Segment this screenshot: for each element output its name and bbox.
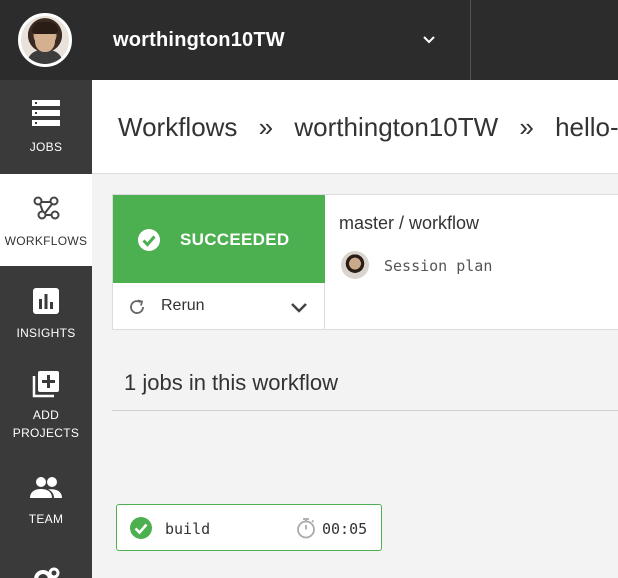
workflow-branch-title[interactable]: master / workflow	[339, 213, 479, 234]
sidebar-item-settings[interactable]	[0, 564, 92, 578]
main-content: Workflows » worthington10TW » hello-ka S…	[92, 80, 618, 578]
commit-message[interactable]: Session plan	[384, 257, 492, 275]
breadcrumb-bar: Workflows » worthington10TW » hello-ka	[92, 80, 618, 174]
stopwatch-icon	[297, 518, 315, 539]
breadcrumb-separator: »	[519, 112, 534, 142]
chevron-down-icon[interactable]	[289, 297, 309, 317]
add-project-icon	[32, 371, 59, 398]
sidebar-item-label: JOBS	[29, 140, 63, 154]
avatar-shirt	[27, 50, 63, 64]
chevron-down-icon[interactable]	[420, 31, 438, 49]
sidebar-item-jobs[interactable]: JOBS	[0, 80, 92, 174]
breadcrumb: Workflows » worthington10TW » hello-ka	[118, 112, 618, 143]
topbar-divider	[470, 0, 471, 80]
refresh-icon	[130, 299, 144, 314]
org-switcher-name[interactable]: worthington10TW	[113, 29, 285, 52]
rerun-button[interactable]: Rerun	[113, 283, 325, 330]
job-name: build	[165, 520, 211, 538]
sidebar-item-add-projects[interactable]: ADD PROJECTS	[0, 358, 92, 464]
status-text: SUCCEEDED	[180, 230, 290, 249]
check-circle-icon	[130, 517, 152, 539]
top-bar: worthington10TW	[0, 0, 618, 80]
status-badge: SUCCEEDED	[113, 195, 325, 283]
avatar-hair	[32, 22, 58, 34]
workflow-status-card: SUCCEEDED Rerun master / workflow Sessio…	[112, 194, 618, 330]
team-icon	[30, 477, 62, 498]
sidebar-item-label: WORKFLOWS	[4, 234, 88, 248]
sidebar-item-label: ADD PROJECTS	[12, 408, 80, 440]
settings-gear-icon	[34, 567, 60, 578]
check-circle-icon	[138, 229, 160, 251]
breadcrumb-separator: »	[258, 112, 274, 142]
sidebar-item-team[interactable]: TEAM	[0, 464, 92, 546]
user-avatar[interactable]	[18, 13, 72, 67]
jobs-count-heading: 1 jobs in this workflow	[124, 370, 338, 395]
sidebar-item-workflows[interactable]: WORKFLOWS	[0, 174, 92, 266]
sidebar-item-insights[interactable]: INSIGHTS	[0, 266, 92, 358]
job-card[interactable]: build 00:05	[116, 504, 382, 551]
workflows-icon	[33, 196, 60, 220]
breadcrumb-workflows-link[interactable]: Workflows	[118, 112, 237, 142]
jobs-list-icon	[32, 100, 60, 126]
commit-author-avatar	[341, 251, 369, 279]
rerun-label: Rerun	[161, 297, 205, 314]
sidebar-item-label: INSIGHTS	[16, 326, 76, 340]
insights-chart-icon	[33, 288, 59, 314]
sidebar-item-label: TEAM	[28, 512, 64, 526]
job-duration: 00:05	[322, 520, 368, 538]
sidebar-nav: JOBS WORKFLOWS INSIGHTS ADD PROJECTS TEA…	[0, 80, 92, 578]
breadcrumb-org-link[interactable]: worthington10TW	[294, 112, 498, 142]
breadcrumb-project-link[interactable]: hello-ka	[555, 112, 618, 142]
section-divider	[112, 410, 618, 411]
